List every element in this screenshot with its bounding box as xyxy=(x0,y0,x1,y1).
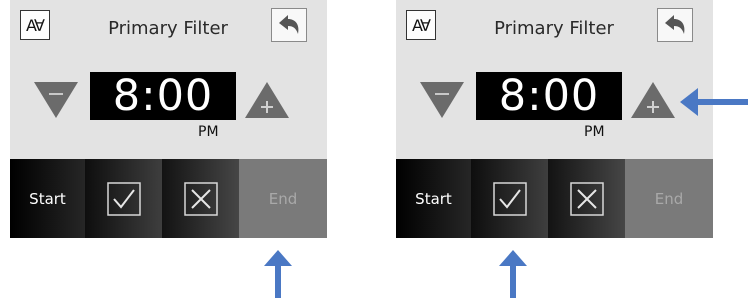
increase-button[interactable] xyxy=(245,82,289,118)
start-button[interactable]: Start xyxy=(396,159,471,238)
decrease-button[interactable] xyxy=(34,82,78,118)
decrease-button[interactable] xyxy=(420,82,464,118)
confirm-button[interactable] xyxy=(85,159,162,238)
minus-sign xyxy=(49,93,63,95)
screen-title: Primary Filter xyxy=(108,18,228,39)
confirm-button[interactable] xyxy=(471,159,548,238)
plus-sign-v xyxy=(652,101,654,113)
back-button[interactable] xyxy=(271,8,307,42)
thermostat-panel-right: A∀ Primary Filter 8:00 PM Start End xyxy=(396,0,713,238)
font-size-icon: A∀ xyxy=(26,15,45,35)
annotation-arrow-icon xyxy=(680,88,748,116)
back-icon xyxy=(279,15,299,34)
screen-title: Primary Filter xyxy=(494,18,614,39)
increase-button[interactable] xyxy=(631,82,675,118)
annotation-arrow-icon xyxy=(264,250,292,298)
bottom-bar: Start End xyxy=(396,159,713,238)
end-button[interactable]: End xyxy=(239,159,327,238)
x-icon xyxy=(569,181,604,216)
ampm-label: PM xyxy=(584,124,605,140)
time-display: 8:00 xyxy=(90,72,236,120)
x-icon xyxy=(183,181,218,216)
checkmark-icon xyxy=(106,181,141,216)
minus-sign xyxy=(435,93,449,95)
end-label: End xyxy=(654,189,684,208)
annotation-arrow-icon xyxy=(499,250,527,298)
bottom-bar: Start End xyxy=(10,159,327,238)
start-label: Start xyxy=(415,189,452,208)
plus-sign-v xyxy=(266,101,268,113)
back-button[interactable] xyxy=(657,8,693,42)
start-label: Start xyxy=(29,189,66,208)
thermostat-panel-left: A∀ Primary Filter 8:00 PM Start End xyxy=(10,0,327,238)
time-display: 8:00 xyxy=(476,72,622,120)
cancel-button[interactable] xyxy=(162,159,239,238)
ampm-label: PM xyxy=(198,124,219,140)
font-size-button[interactable]: A∀ xyxy=(20,10,50,40)
cancel-button[interactable] xyxy=(548,159,625,238)
start-button[interactable]: Start xyxy=(10,159,85,238)
back-icon xyxy=(665,15,685,34)
checkmark-icon xyxy=(492,181,527,216)
end-label: End xyxy=(268,189,298,208)
end-button[interactable]: End xyxy=(625,159,713,238)
font-size-button[interactable]: A∀ xyxy=(406,10,436,40)
font-size-icon: A∀ xyxy=(412,15,431,35)
